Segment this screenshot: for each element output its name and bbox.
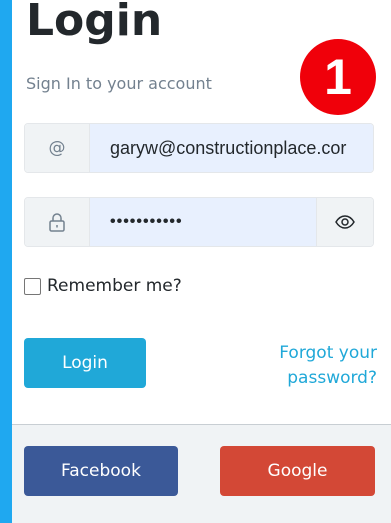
eye-icon[interactable] [316,198,373,246]
at-sign-icon: @ [25,124,90,172]
forgot-password-line-2: password? [287,367,377,388]
page-subtitle: Sign In to your account [26,74,212,93]
step-number-badge: 1 [300,39,376,115]
remember-me-checkbox[interactable] [24,277,41,295]
remember-me-label[interactable]: Remember me? [47,276,182,296]
facebook-login-button[interactable]: Facebook [24,446,178,496]
email-input-group: @ garyw@constructionplace.cor [24,123,374,173]
password-input[interactable]: ••••••••••• [90,198,316,246]
login-button[interactable]: Login [24,338,146,388]
google-login-button[interactable]: Google [220,446,375,496]
lock-icon [25,198,90,246]
remember-me-row: Remember me? [24,276,182,296]
page-title: Login [26,0,163,46]
password-input-group: ••••••••••• [24,197,374,247]
password-masked-value: ••••••••••• [110,213,183,230]
email-input[interactable]: garyw@constructionplace.cor [90,124,373,172]
forgot-password-link[interactable]: Forgot your password? [279,341,377,390]
login-card: Login Sign In to your account 1 @ garyw@… [12,0,391,523]
forgot-password-line-1: Forgot your [279,343,377,363]
